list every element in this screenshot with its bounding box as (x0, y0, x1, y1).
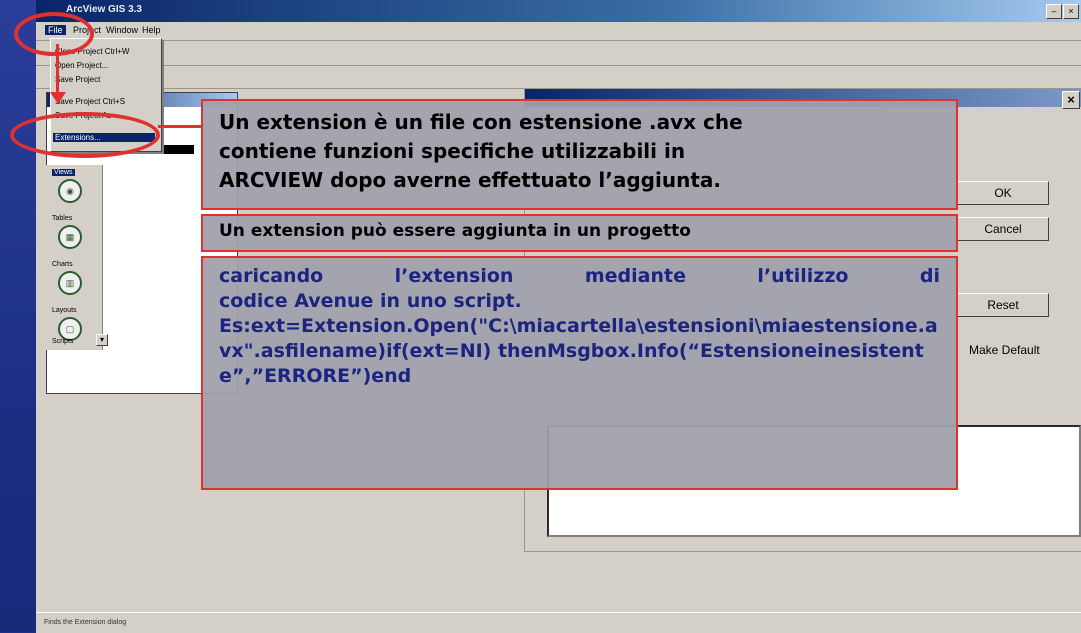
scroll-down-icon[interactable]: ▾ (96, 334, 108, 346)
toolbar (36, 41, 1081, 66)
red-circle-extensions (10, 112, 160, 158)
charts-icon[interactable]: ▥ (58, 271, 82, 295)
ok-button[interactable]: OK (957, 181, 1049, 205)
red-circle-file-menu (14, 12, 94, 56)
definition-line-3: ARCVIEW dopo averne effettuato l’aggiunt… (219, 168, 721, 192)
project-label-tables[interactable]: Tables (52, 215, 72, 222)
minimize-icon[interactable]: – (1046, 4, 1062, 19)
cancel-button[interactable]: Cancel (957, 217, 1049, 241)
red-connector-line (158, 125, 202, 128)
status-text: Finds the Extension dialog (44, 619, 127, 626)
definition-line-1: Un extension è un file con estensione .a… (219, 110, 743, 134)
reset-button[interactable]: Reset (957, 293, 1049, 317)
views-icon[interactable]: ◉ (58, 179, 82, 203)
project-label-views[interactable]: Views (52, 169, 75, 176)
red-arrow-head-icon (50, 92, 66, 104)
make-default-label[interactable]: Make Default (969, 343, 1040, 357)
definition-line-2: contiene funzioni specifiche utilizzabil… (219, 139, 686, 163)
method-line-2: codice Avenue in uno script. (219, 290, 522, 312)
title-bar: ArcView GIS 3.3 – × (36, 0, 1081, 22)
project-icon-column: Views ◉ Tables ▦ Charts ▥ Layouts ▢ Scri… (46, 165, 103, 350)
callout-subtitle: Un extension può essere aggiunta in un p… (201, 214, 958, 252)
menu-help[interactable]: Help (142, 25, 161, 35)
menu-item-open-project[interactable]: Open Project... (55, 61, 108, 70)
menu-item-save-project[interactable]: Save Project (55, 75, 100, 84)
window-title: ArcView GIS 3.3 (66, 4, 142, 15)
project-label-scripts[interactable]: Scripts (52, 338, 73, 345)
subtitle-text: Un extension può essere aggiunta in un p… (219, 221, 691, 241)
menu-window[interactable]: Window (106, 25, 138, 35)
menu-bar: File Project Window Help (36, 22, 1081, 41)
callout-definition: Un extension è un file con estensione .a… (201, 99, 958, 210)
avenue-code-sample: Es:ext=Extension.Open("C:\miacartella\es… (219, 315, 938, 387)
project-label-charts[interactable]: Charts (52, 261, 73, 268)
callout-method: caricando l’extension mediante l’utilizz… (201, 256, 958, 490)
tables-icon[interactable]: ▦ (58, 225, 82, 249)
toolbar-secondary (36, 66, 1081, 89)
method-line-1: caricando l’extension mediante l’utilizz… (219, 265, 940, 287)
status-bar: Finds the Extension dialog (36, 612, 1081, 633)
project-label-layouts[interactable]: Layouts (52, 307, 77, 314)
close-window-icon[interactable]: × (1063, 4, 1079, 19)
dialog-close-icon[interactable]: × (1062, 91, 1080, 109)
